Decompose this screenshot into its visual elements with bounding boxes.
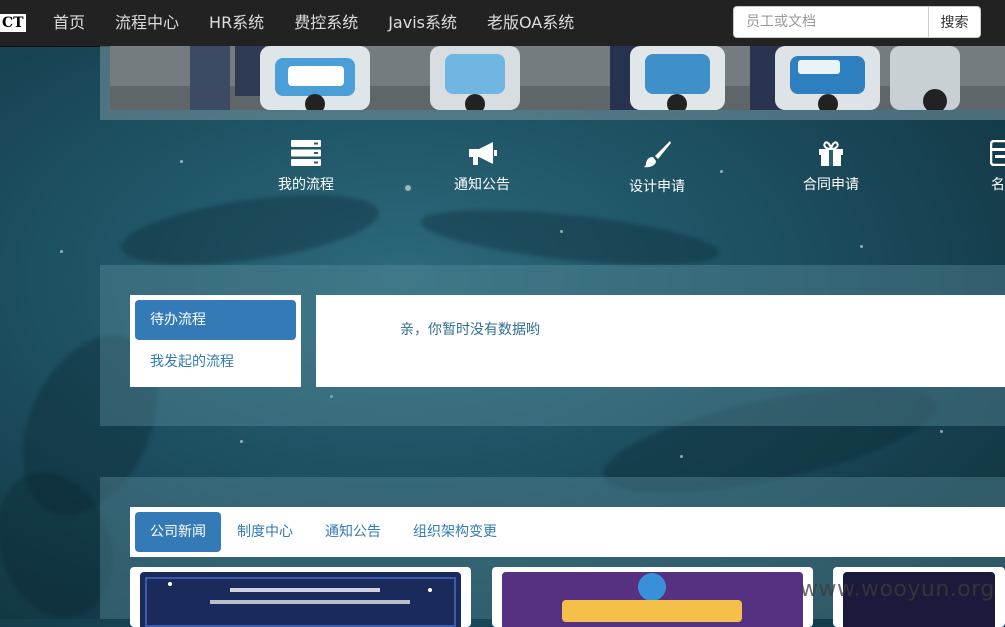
quick-link-design-request[interactable]: 设计申请	[602, 140, 712, 196]
brand-text: CT	[0, 14, 26, 32]
nav-item-javis-system[interactable]: Javis系统	[373, 0, 472, 46]
watermark-text: www.wooyun.org	[800, 577, 995, 602]
particle	[680, 455, 683, 458]
banner-frame	[100, 46, 1005, 120]
nav-item-expense-system[interactable]: 费控系统	[279, 0, 373, 46]
quick-link-label: 名片	[991, 177, 1005, 193]
news-card[interactable]	[130, 567, 471, 627]
news-card[interactable]	[492, 567, 813, 627]
quick-link-my-process[interactable]: 我的流程	[251, 140, 361, 194]
quick-link-business-card[interactable]: 名片	[950, 140, 1005, 194]
quick-link-label: 我的流程	[278, 177, 334, 193]
server-icon	[291, 140, 321, 166]
quick-link-label: 合同申请	[803, 177, 859, 193]
nav-item-home[interactable]: 首页	[38, 0, 100, 46]
process-content: 亲，你暂时没有数据哟	[316, 295, 1005, 387]
quick-link-notices[interactable]: 通知公告	[427, 140, 537, 194]
banner-photo[interactable]	[110, 46, 1005, 110]
quick-link-contract-request[interactable]: 合同申请	[776, 140, 886, 194]
quick-link-label: 设计申请	[629, 179, 685, 195]
particle	[240, 440, 243, 443]
quick-link-label: 通知公告	[454, 177, 510, 193]
particle	[860, 245, 863, 248]
nav-item-old-oa-system[interactable]: 老版OA系统	[472, 0, 589, 46]
tab-policy-center[interactable]: 制度中心	[222, 512, 308, 552]
brand-logo[interactable]: CT	[0, 13, 28, 33]
banner-scooters-image	[110, 46, 1005, 110]
search-button[interactable]: 搜索	[928, 6, 981, 38]
paintbrush-icon	[643, 141, 671, 168]
nav-menu: 首页 流程中心 HR系统 费控系统 Javis系统 老版OA系统	[38, 0, 589, 46]
tab-company-news[interactable]: 公司新闻	[135, 512, 221, 552]
process-menu-todo[interactable]: 待办流程	[135, 300, 296, 340]
nav-item-hr-system[interactable]: HR系统	[194, 0, 279, 46]
bullhorn-icon	[469, 142, 497, 165]
particle	[60, 250, 63, 253]
quick-links: 我的流程 通知公告 设计申请 合同申请 名片	[0, 140, 1005, 220]
top-navbar: CT 首页 流程中心 HR系统 费控系统 Javis系统 老版OA系统 搜索	[0, 0, 1005, 47]
particle	[940, 430, 943, 433]
process-panel: 待办流程 我发起的流程 亲，你暂时没有数据哟	[100, 265, 1005, 426]
process-menu-initiated[interactable]: 我发起的流程	[135, 342, 296, 382]
search-input[interactable]	[733, 6, 929, 38]
tab-notices[interactable]: 通知公告	[310, 512, 396, 552]
news-tabs: 公司新闻 制度中心 通知公告 组织架构变更	[130, 507, 1005, 557]
gift-icon	[819, 141, 843, 166]
tab-org-changes[interactable]: 组织架构变更	[398, 512, 512, 552]
nav-item-process-center[interactable]: 流程中心	[100, 0, 194, 46]
process-menu: 待办流程 我发起的流程	[130, 295, 301, 387]
card-icon	[990, 140, 1005, 166]
particle	[560, 230, 563, 233]
empty-message: 亲，你暂时没有数据哟	[400, 322, 540, 338]
